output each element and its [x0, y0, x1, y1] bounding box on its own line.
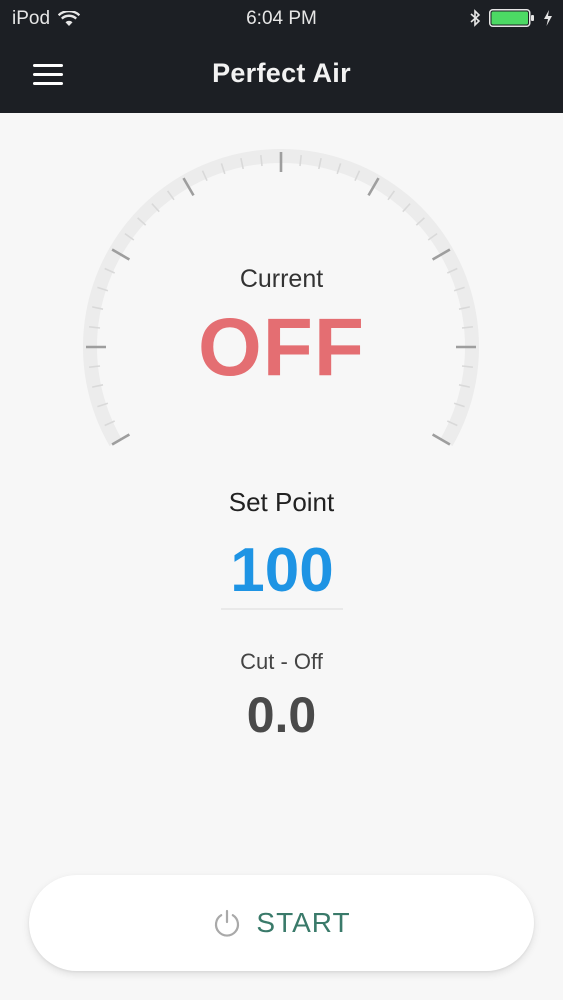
status-bar: iPod 6:04 PM	[0, 0, 563, 38]
cutoff-value: 0.0	[246, 687, 317, 743]
charging-bolt-icon	[543, 10, 553, 26]
top-bar: iPod 6:04 PM Perfect Air	[0, 0, 563, 113]
gauge-ticks	[86, 152, 476, 446]
gauge: Current OFF	[0, 113, 563, 473]
bluetooth-icon	[469, 9, 481, 27]
current-value: OFF	[198, 302, 365, 393]
setpoint-input[interactable]	[221, 532, 343, 610]
current-label: Current	[239, 265, 324, 293]
start-button-label: START	[256, 907, 351, 938]
setpoint-label: Set Point	[228, 487, 335, 517]
battery-icon	[489, 9, 535, 27]
app-title: Perfect Air	[212, 58, 351, 88]
start-button[interactable]: START	[29, 875, 534, 971]
gauge-track	[83, 148, 479, 446]
power-icon	[212, 908, 242, 938]
status-right	[469, 9, 553, 27]
nav-bar: Perfect Air	[0, 38, 563, 113]
cutoff-label: Cut - Off	[240, 649, 323, 674]
